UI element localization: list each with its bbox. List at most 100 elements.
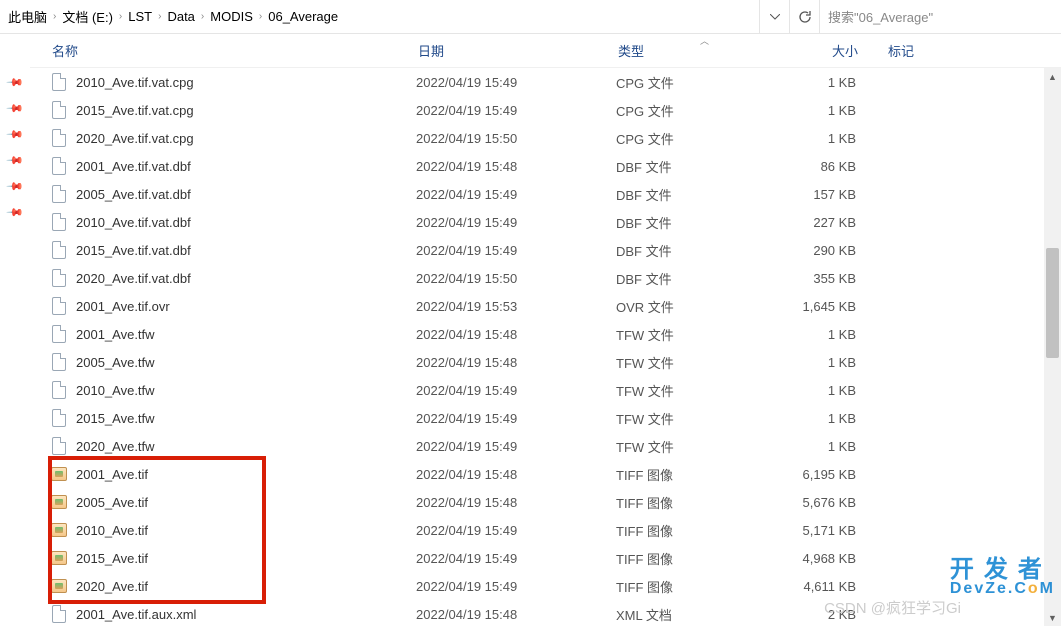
file-type: TIFF 图像: [616, 521, 786, 540]
scroll-up-icon[interactable]: ▲: [1044, 68, 1061, 85]
file-size: 6,195 KB: [786, 467, 886, 482]
column-header-date[interactable]: 日期: [418, 41, 618, 60]
scroll-down-icon[interactable]: ▼: [1044, 609, 1061, 626]
file-row[interactable]: 2015_Ave.tfw2022/04/19 15:49TFW 文件1 KB: [30, 404, 1061, 432]
chevron-right-icon: ›: [119, 11, 122, 22]
pin-icon[interactable]: 📌: [6, 73, 25, 92]
column-header-tag[interactable]: 标记: [888, 41, 1061, 60]
generic-file-icon: [50, 185, 68, 203]
file-row[interactable]: 2005_Ave.tfw2022/04/19 15:48TFW 文件1 KB: [30, 348, 1061, 376]
file-row[interactable]: 2015_Ave.tif.vat.cpg2022/04/19 15:49CPG …: [30, 96, 1061, 124]
generic-file-icon: [50, 129, 68, 147]
file-row[interactable]: 2001_Ave.tif.aux.xml2022/04/19 15:48XML …: [30, 600, 1061, 628]
chevron-right-icon: ›: [158, 11, 161, 22]
generic-file-icon: [50, 353, 68, 371]
file-type: DBF 文件: [616, 213, 786, 232]
image-file-icon: [50, 493, 68, 511]
generic-file-icon: [50, 213, 68, 231]
file-date: 2022/04/19 15:49: [416, 103, 616, 118]
scrollbar-thumb[interactable]: [1046, 248, 1059, 358]
file-name: 2015_Ave.tif: [76, 551, 416, 566]
file-size: 1 KB: [786, 75, 886, 90]
file-row[interactable]: 2010_Ave.tfw2022/04/19 15:49TFW 文件1 KB: [30, 376, 1061, 404]
file-size: 1 KB: [786, 383, 886, 398]
breadcrumb[interactable]: 此电脑›文档 (E:)›LST›Data›MODIS›06_Average: [0, 7, 759, 26]
file-size: 1 KB: [786, 103, 886, 118]
file-date: 2022/04/19 15:49: [416, 439, 616, 454]
pin-icon[interactable]: 📌: [6, 125, 25, 144]
file-size: 355 KB: [786, 271, 886, 286]
file-name: 2020_Ave.tif: [76, 579, 416, 594]
file-row[interactable]: 2005_Ave.tif2022/04/19 15:48TIFF 图像5,676…: [30, 488, 1061, 516]
file-row[interactable]: 2010_Ave.tif.vat.cpg2022/04/19 15:49CPG …: [30, 68, 1061, 96]
file-size: 5,676 KB: [786, 495, 886, 510]
chevron-right-icon: ›: [201, 11, 204, 22]
file-name: 2001_Ave.tif.ovr: [76, 299, 416, 314]
breadcrumb-segment[interactable]: Data: [167, 9, 194, 24]
breadcrumb-segment[interactable]: LST: [128, 9, 152, 24]
file-date: 2022/04/19 15:49: [416, 215, 616, 230]
breadcrumb-dropdown-button[interactable]: [759, 0, 789, 34]
file-rows: 2010_Ave.tif.vat.cpg2022/04/19 15:49CPG …: [30, 68, 1061, 628]
file-row[interactable]: 2010_Ave.tif2022/04/19 15:49TIFF 图像5,171…: [30, 516, 1061, 544]
file-size: 290 KB: [786, 243, 886, 258]
file-row[interactable]: 2020_Ave.tif.vat.cpg2022/04/19 15:50CPG …: [30, 124, 1061, 152]
image-file-icon: [50, 465, 68, 483]
file-row[interactable]: 2020_Ave.tfw2022/04/19 15:49TFW 文件1 KB: [30, 432, 1061, 460]
pin-icon[interactable]: 📌: [6, 99, 25, 118]
chevron-right-icon: ›: [259, 11, 262, 22]
generic-file-icon: [50, 157, 68, 175]
file-name: 2005_Ave.tif: [76, 495, 416, 510]
file-date: 2022/04/19 15:48: [416, 495, 616, 510]
file-name: 2010_Ave.tif: [76, 523, 416, 538]
pin-icon[interactable]: 📌: [6, 151, 25, 170]
file-row[interactable]: 2001_Ave.tfw2022/04/19 15:48TFW 文件1 KB: [30, 320, 1061, 348]
file-row[interactable]: 2005_Ave.tif.vat.dbf2022/04/19 15:49DBF …: [30, 180, 1061, 208]
file-size: 5,171 KB: [786, 523, 886, 538]
file-row[interactable]: 2020_Ave.tif.vat.dbf2022/04/19 15:50DBF …: [30, 264, 1061, 292]
file-date: 2022/04/19 15:48: [416, 355, 616, 370]
search-placeholder: 搜索"06_Average": [828, 7, 933, 26]
scrollbar[interactable]: ▲ ▼: [1044, 68, 1061, 626]
file-type: CPG 文件: [616, 129, 786, 148]
pin-icon[interactable]: 📌: [6, 203, 25, 222]
column-header-name[interactable]: 名称: [50, 41, 418, 60]
file-name: 2005_Ave.tfw: [76, 355, 416, 370]
file-row[interactable]: 2001_Ave.tif.ovr2022/04/19 15:53OVR 文件1,…: [30, 292, 1061, 320]
refresh-button[interactable]: [789, 0, 819, 34]
generic-file-icon: [50, 605, 68, 623]
file-date: 2022/04/19 15:53: [416, 299, 616, 314]
column-headers: ︿ 名称 日期 类型 大小 标记: [30, 34, 1061, 68]
file-row[interactable]: 2001_Ave.tif2022/04/19 15:48TIFF 图像6,195…: [30, 460, 1061, 488]
file-date: 2022/04/19 15:49: [416, 523, 616, 538]
breadcrumb-segment[interactable]: MODIS: [210, 9, 253, 24]
file-type: TFW 文件: [616, 437, 786, 456]
file-row[interactable]: 2015_Ave.tif2022/04/19 15:49TIFF 图像4,968…: [30, 544, 1061, 572]
file-date: 2022/04/19 15:48: [416, 327, 616, 342]
column-header-size[interactable]: 大小: [788, 41, 888, 60]
file-name: 2015_Ave.tfw: [76, 411, 416, 426]
file-type: OVR 文件: [616, 297, 786, 316]
breadcrumb-segment[interactable]: 此电脑: [8, 7, 47, 26]
breadcrumb-segment[interactable]: 文档 (E:): [62, 7, 113, 26]
image-file-icon: [50, 549, 68, 567]
file-row[interactable]: 2020_Ave.tif2022/04/19 15:49TIFF 图像4,611…: [30, 572, 1061, 600]
search-input[interactable]: 搜索"06_Average": [819, 0, 1061, 34]
file-date: 2022/04/19 15:48: [416, 607, 616, 622]
file-type: TFW 文件: [616, 409, 786, 428]
generic-file-icon: [50, 409, 68, 427]
file-name: 2020_Ave.tif.vat.dbf: [76, 271, 416, 286]
file-date: 2022/04/19 15:49: [416, 243, 616, 258]
file-name: 2015_Ave.tif.vat.dbf: [76, 243, 416, 258]
file-date: 2022/04/19 15:49: [416, 411, 616, 426]
generic-file-icon: [50, 381, 68, 399]
file-date: 2022/04/19 15:49: [416, 75, 616, 90]
breadcrumb-segment[interactable]: 06_Average: [268, 9, 338, 24]
file-row[interactable]: 2001_Ave.tif.vat.dbf2022/04/19 15:48DBF …: [30, 152, 1061, 180]
file-size: 157 KB: [786, 187, 886, 202]
file-row[interactable]: 2015_Ave.tif.vat.dbf2022/04/19 15:49DBF …: [30, 236, 1061, 264]
file-row[interactable]: 2010_Ave.tif.vat.dbf2022/04/19 15:49DBF …: [30, 208, 1061, 236]
refresh-icon: [798, 10, 812, 24]
file-size: 4,968 KB: [786, 551, 886, 566]
pin-icon[interactable]: 📌: [6, 177, 25, 196]
